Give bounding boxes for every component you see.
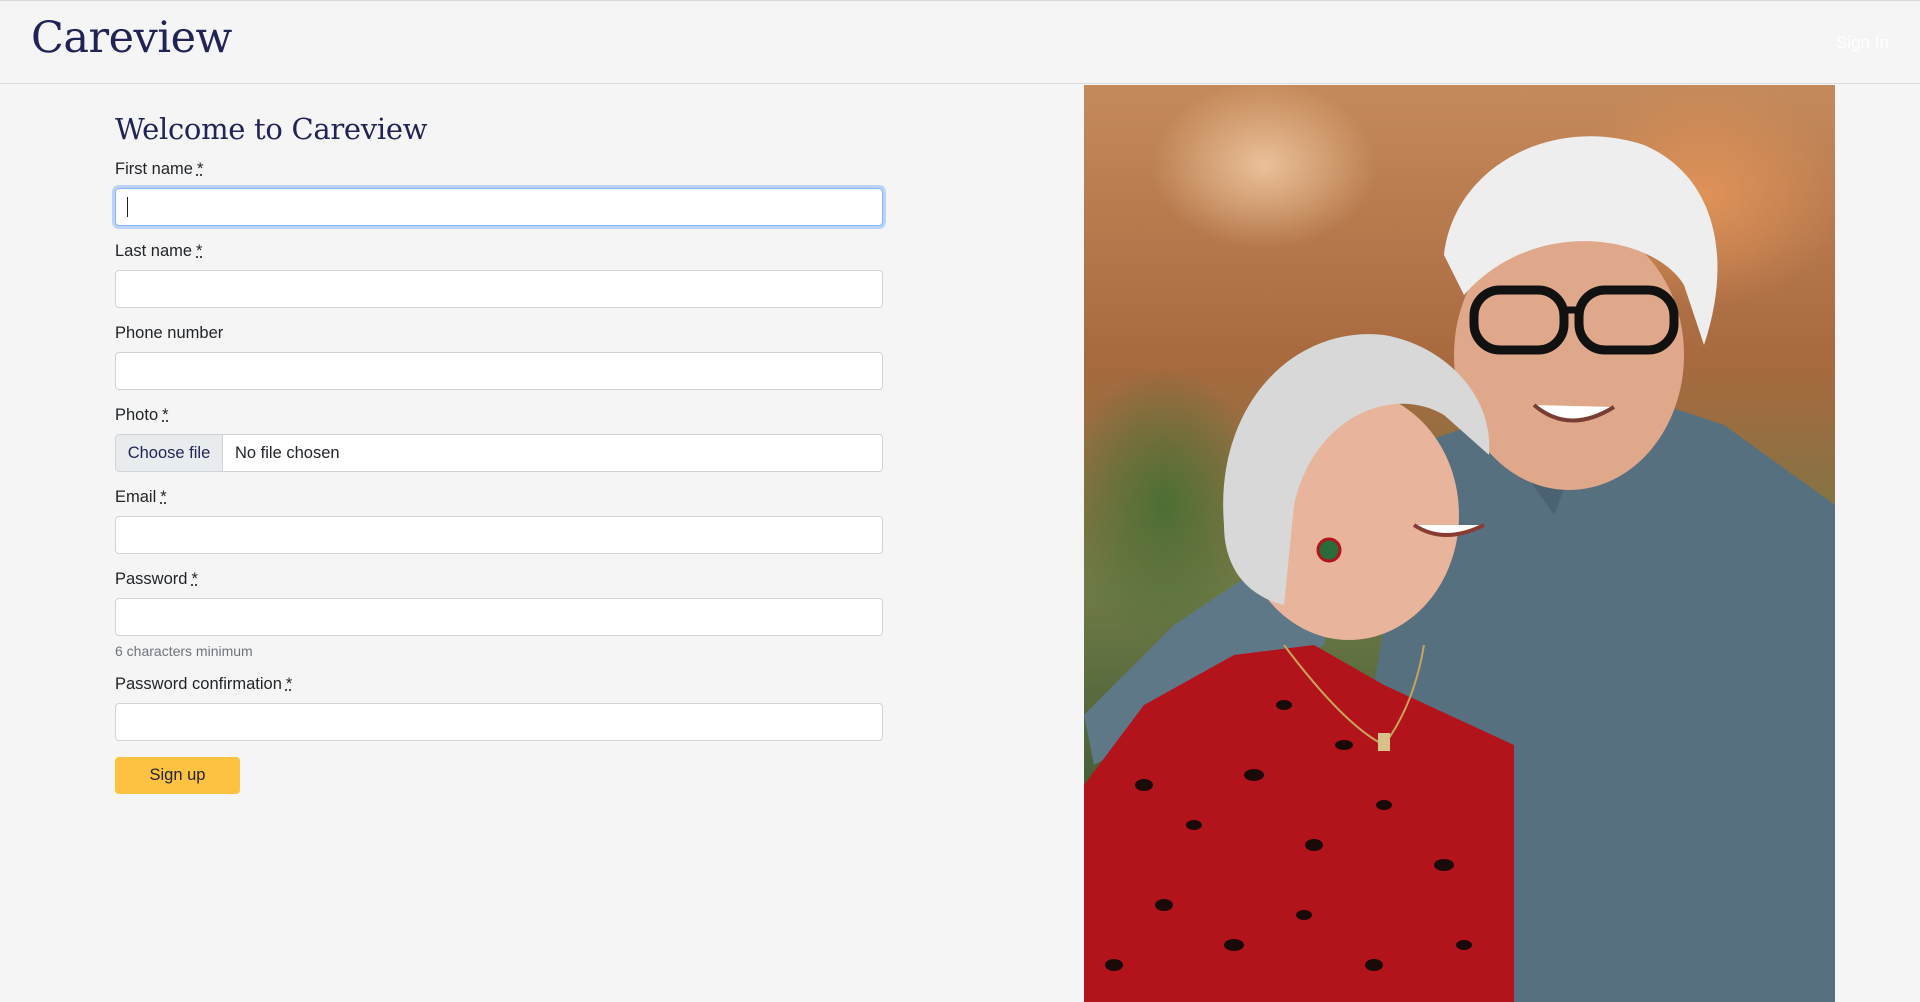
password-confirmation-label: Password confirmation * [115,675,883,694]
signup-form: Welcome to Careview First name * Last nam… [115,112,883,794]
photo-label-text: Photo [115,406,159,424]
password-label-text: Password [115,570,188,588]
email-input[interactable] [115,516,883,554]
password-group: Password * 6 characters minimum [115,570,883,659]
file-status-text: No file chosen [235,443,340,462]
first-name-wrapper [115,188,883,226]
woman-earring [1316,537,1342,563]
photo-file-input[interactable]: Choose file No file chosen [115,434,883,472]
necklace-pendant [1378,733,1390,751]
top-navbar: Careview Sign In [0,0,1920,84]
first-name-input[interactable] [115,188,883,226]
password-confirmation-group: Password confirmation * [115,675,883,741]
couple-photo-illustration [1084,136,1835,1002]
last-name-label-text: Last name [115,242,193,260]
sign-in-link[interactable]: Sign In [1836,33,1889,53]
required-marker: * [285,675,293,693]
photo-label: Photo * [115,406,883,425]
password-input[interactable] [115,598,883,636]
choose-file-button[interactable]: Choose file [116,435,223,471]
first-name-label: First name * [115,160,883,179]
required-marker: * [196,242,203,260]
last-name-input[interactable] [115,270,883,308]
hero-photo [1084,85,1835,1002]
required-marker: * [162,406,169,424]
first-name-group: First name * [115,160,883,226]
text-cursor [127,197,128,217]
phone-group: Phone number [115,324,883,390]
email-label-text: Email [115,488,157,506]
required-marker: * [191,570,198,588]
first-name-label-text: First name [115,160,193,178]
email-group: Email * [115,488,883,554]
brand-logo-link[interactable]: Careview [31,13,232,63]
required-marker: * [196,160,204,178]
password-confirmation-label-text: Password confirmation [115,675,282,693]
last-name-label: Last name * [115,242,883,261]
password-confirmation-input[interactable] [115,703,883,741]
phone-label: Phone number [115,324,224,342]
photo-group: Photo * Choose file No file chosen [115,406,883,472]
required-marker: * [160,488,167,506]
phone-input[interactable] [115,352,883,390]
last-name-group: Last name * [115,242,883,308]
password-label: Password * [115,570,883,589]
password-hint: 6 characters minimum [115,643,253,659]
page-title: Welcome to Careview [115,112,428,146]
sign-up-button[interactable]: Sign up [115,757,240,794]
email-label: Email * [115,488,883,507]
